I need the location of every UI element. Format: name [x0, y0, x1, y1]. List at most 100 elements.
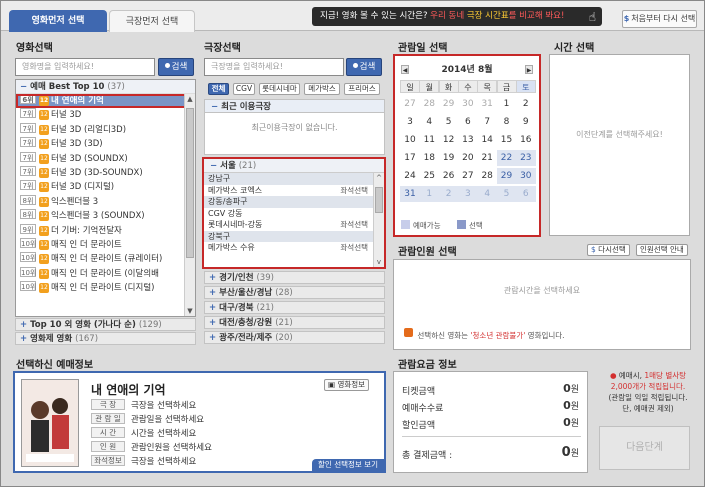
calendar-day[interactable]: 31: [400, 186, 420, 202]
chip-lotte[interactable]: 롯데시네마: [259, 83, 300, 95]
seat-select-link[interactable]: 좌석선택: [340, 242, 368, 254]
discount-info-button[interactable]: 할인 선택정보 보기: [312, 459, 384, 471]
calendar-day[interactable]: 11: [419, 132, 440, 148]
calendar-day[interactable]: 10: [400, 132, 420, 148]
seoul-scrollbar[interactable]: ^ v: [373, 173, 384, 267]
calendar-day[interactable]: 25: [419, 168, 440, 184]
movie-scroll-thumb[interactable]: [186, 108, 194, 258]
scroll-down-icon[interactable]: v: [374, 257, 384, 267]
info-row-value: 관람인원을 선택하세요: [131, 443, 212, 453]
movie-item[interactable]: 10위 12 매직 인 더 문라이트 (이달의배: [16, 266, 195, 281]
tab-movie-first[interactable]: 영화먼저 선택: [9, 10, 107, 32]
chip-primus[interactable]: 프리머스: [344, 83, 380, 95]
calendar-day[interactable]: 1: [496, 96, 517, 112]
movie-item[interactable]: 7위 12 터널 3D (3D): [16, 137, 195, 151]
calendar-day[interactable]: 19: [438, 150, 459, 166]
movie-item[interactable]: 8위 12 익스펜더블 3 (SOUNDX): [16, 209, 195, 223]
calendar-day[interactable]: 15: [496, 132, 517, 148]
next-step-button[interactable]: 다음단계: [599, 426, 690, 470]
people-guide-button[interactable]: 인원선택 안내: [636, 244, 688, 256]
chip-all[interactable]: 전체: [208, 83, 229, 95]
theater-search-button[interactable]: 검색: [346, 58, 382, 76]
movie-item[interactable]: 6위 12 내 연애의 기억: [16, 94, 195, 109]
movie-item[interactable]: 9위 12 더 기버: 기억전달자: [16, 223, 195, 238]
region-group[interactable]: + 광주/전라/제주 (20): [204, 331, 385, 344]
calendar-day[interactable]: 2: [515, 96, 536, 112]
recent-theater-header[interactable]: − 최근 이용극장: [204, 99, 385, 113]
theater-item[interactable]: 롯데시네마-강동 좌석선택: [204, 219, 384, 231]
recent-theater-empty: 최근이용극장이 없습니다.: [204, 113, 385, 155]
movie-item[interactable]: 10위 12 매직 인 더 문라이트 (큐레이터): [16, 252, 195, 266]
calendar-day[interactable]: 22: [496, 150, 517, 166]
movie-item[interactable]: 7위 12 터널 3D (디지털): [16, 180, 195, 194]
movie-info-button[interactable]: ▣ 영화정보: [324, 379, 370, 391]
movie-item[interactable]: 7위 12 터널 3D (리얼디3D): [16, 122, 195, 137]
seat-select-link[interactable]: 좌석선택: [340, 219, 368, 231]
theater-item[interactable]: 메가박스 코엑스 좌석선택: [204, 185, 384, 197]
legend-available-label: 예매가능: [413, 221, 441, 230]
people-panel[interactable]: 관람시간을 선택하세요 선택하신 영화는 '청소년 관람불가' 영화입니다.: [393, 259, 691, 350]
tab-theater-first[interactable]: 극장먼저 선택: [109, 10, 195, 32]
calendar-day[interactable]: 29: [496, 168, 517, 184]
region-group[interactable]: + 부산/울산/경남 (28): [204, 286, 385, 299]
calendar-day[interactable]: 26: [438, 168, 459, 184]
calendar-day[interactable]: 3: [400, 114, 420, 130]
promo-text-2: 우리 동네: [430, 11, 465, 21]
calendar-day[interactable]: 8: [496, 114, 517, 130]
scroll-down-icon[interactable]: ▼: [185, 306, 195, 316]
movie-scrollbar[interactable]: ▲ ▼: [184, 94, 195, 316]
time-list[interactable]: 이전단계를 선택해주세요!: [549, 54, 690, 236]
chip-megabox[interactable]: 메가박스: [304, 83, 340, 95]
theater-item[interactable]: 메가박스 수유 좌석선택: [204, 242, 384, 254]
movie-item[interactable]: 10위 12 매직 인 더 문라이트 (디지털): [16, 281, 195, 295]
region-group[interactable]: + 대구/경북 (21): [204, 301, 385, 314]
top10-header[interactable]: − 예매 Best Top 10 (37): [16, 80, 195, 94]
reselect-button[interactable]: $ 다시선택: [587, 244, 630, 256]
next-month-icon[interactable]: ▶: [525, 65, 533, 74]
seat-select-link[interactable]: 좌석선택: [340, 185, 368, 197]
calendar-day[interactable]: 23: [515, 150, 536, 166]
movie-search-button[interactable]: 검색: [158, 58, 194, 76]
movie-item[interactable]: 7위 12 터널 3D: [16, 108, 195, 122]
calendar-day[interactable]: 21: [477, 150, 498, 166]
calendar-day[interactable]: 16: [515, 132, 536, 148]
calendar-day[interactable]: 28: [477, 168, 498, 184]
calendar-day[interactable]: 14: [477, 132, 498, 148]
movie-list[interactable]: − 예매 Best Top 10 (37) 6위 12 내 연애의 기억 7위 12 터널 …: [15, 79, 196, 317]
movie-item[interactable]: 10위 12 매직 인 더 문라이트: [16, 237, 195, 252]
calendar-day[interactable]: 9: [515, 114, 536, 130]
scroll-up-icon[interactable]: ▲: [185, 94, 195, 104]
seoul-theater-list[interactable]: − 서울 (21) 강남구 메가박스 코엑스 좌석선택 강동/송파구 CGV 강동 롯데시네…: [202, 157, 386, 269]
calendar-day[interactable]: 4: [419, 114, 440, 130]
promo-banner[interactable]: 지금! 영화 볼 수 있는 시간은? 우리 동네 극장 시간표를 비교해 봐요!…: [312, 7, 602, 26]
region-group[interactable]: + 경기/인천 (39): [204, 271, 385, 284]
calendar-day[interactable]: 7: [477, 114, 498, 130]
region-group[interactable]: + 대전/충청/강원 (21): [204, 316, 385, 329]
chip-cgv[interactable]: CGV: [233, 83, 255, 95]
calendar-day[interactable]: 30: [515, 168, 536, 184]
movie-item[interactable]: 7위 12 터널 3D (SOUNDX): [16, 151, 195, 166]
theater-item[interactable]: CGV 강동: [204, 208, 384, 220]
movie-search-input[interactable]: 영화명을 입력하세요!: [15, 58, 155, 76]
calendar-day[interactable]: 13: [457, 132, 478, 148]
calendar-day[interactable]: 12: [438, 132, 459, 148]
calendar-day[interactable]: 24: [400, 168, 420, 184]
calendar[interactable]: ◀ 2014년 8월 ▶ 일 월 화 수 목 금 토 27 28 29 30 31 1 2 3 4 5 6 7 8 9 1…: [393, 54, 541, 237]
seoul-header[interactable]: − 서울 (21): [204, 159, 384, 173]
festival-movies-group[interactable]: + 영화제 영화 (167): [15, 332, 196, 345]
movie-item[interactable]: 8위 12 익스펜더블 3: [16, 194, 195, 209]
theater-search-input[interactable]: 극장명을 입력하세요!: [204, 58, 344, 76]
calendar-day: 1: [419, 186, 440, 202]
calendar-day[interactable]: 20: [457, 150, 478, 166]
calendar-day[interactable]: 6: [457, 114, 478, 130]
calendar-day[interactable]: 5: [438, 114, 459, 130]
movie-item[interactable]: 7위 12 터널 3D (3D-SOUNDX): [16, 165, 195, 180]
other-movies-group[interactable]: + Top 10 외 영화 (가나다 순) (129): [15, 318, 196, 331]
restart-button[interactable]: $ 처음부터 다시 선택: [622, 10, 697, 28]
calendar-day[interactable]: 18: [419, 150, 440, 166]
calendar-day[interactable]: 27: [457, 168, 478, 184]
calendar-day[interactable]: 17: [400, 150, 420, 166]
seoul-scroll-thumb[interactable]: [375, 187, 383, 213]
scroll-up-icon[interactable]: ^: [374, 173, 384, 183]
info-row-value: 시간을 선택하세요: [131, 429, 197, 439]
